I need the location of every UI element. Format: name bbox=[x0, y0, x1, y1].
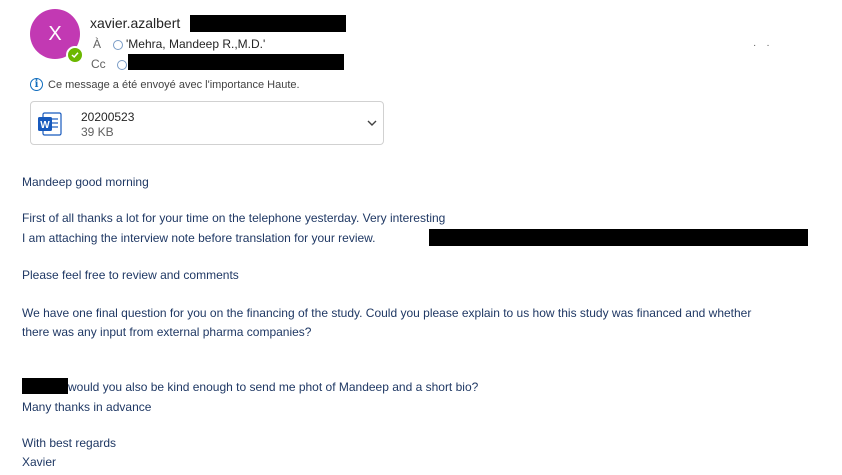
body-greeting: Mandeep good morning bbox=[22, 175, 149, 189]
body-paragraph-line: First of all thanks a lot for your time … bbox=[22, 211, 446, 225]
presence-available-icon bbox=[66, 46, 84, 64]
body-paragraph-line: Many thanks in advance bbox=[22, 400, 152, 414]
recipient-presence-icon bbox=[113, 40, 123, 50]
attachment-card[interactable]: W 20200523 39 KB bbox=[30, 101, 384, 145]
body-paragraph-line: would you also be kind enough to send me… bbox=[68, 380, 479, 394]
to-label: À bbox=[93, 37, 102, 51]
body-paragraph-line: I am attaching the interview note before… bbox=[22, 231, 376, 245]
body-closing: With best regards bbox=[22, 436, 117, 450]
body-paragraph-line: Please feel free to review and comments bbox=[22, 268, 239, 282]
redacted-block bbox=[429, 229, 808, 246]
svg-text:W: W bbox=[40, 120, 50, 131]
sender-name[interactable]: xavier.azalbert bbox=[90, 15, 180, 31]
avatar-initial: X bbox=[48, 22, 62, 45]
word-document-icon: W bbox=[38, 112, 62, 136]
importance-notice: i Ce message a été envoyé avec l'importa… bbox=[30, 78, 300, 91]
importance-text: Ce message a été envoyé avec l'importanc… bbox=[48, 78, 300, 91]
cc-label: Cc bbox=[91, 57, 106, 71]
redacted-block bbox=[190, 15, 346, 32]
cc-recipient-presence-icon bbox=[117, 60, 127, 70]
chevron-down-icon[interactable] bbox=[366, 117, 378, 129]
body-paragraph-line: there was any input from external pharma… bbox=[22, 325, 312, 339]
body-signature: Xavier bbox=[22, 455, 57, 469]
body-paragraph-line: We have one final question for you on th… bbox=[22, 306, 752, 320]
attachment-name: 20200523 bbox=[81, 110, 135, 124]
more-dots-icon[interactable]: ·· bbox=[753, 40, 780, 51]
redacted-block bbox=[128, 54, 344, 70]
to-recipient[interactable]: 'Mehra, Mandeep R.,M.D.' bbox=[126, 37, 265, 51]
info-icon: i bbox=[30, 78, 43, 91]
attachment-size: 39 KB bbox=[81, 125, 114, 139]
redacted-block bbox=[22, 378, 68, 394]
